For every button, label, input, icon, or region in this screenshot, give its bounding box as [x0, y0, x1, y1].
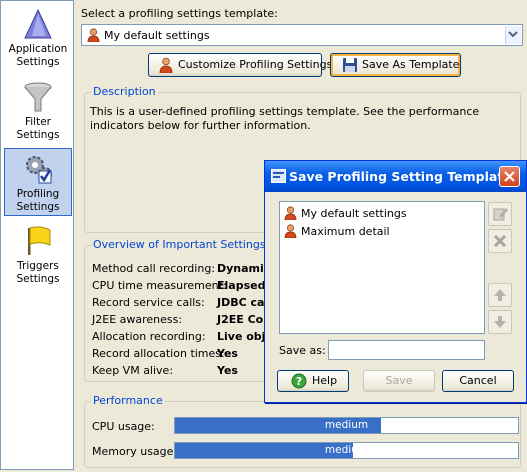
cancel-button[interactable]: Cancel	[442, 370, 514, 392]
list-item-label: Maximum detail	[301, 225, 390, 238]
cpu-usage-bar: medium	[174, 417, 519, 434]
person-icon	[87, 28, 100, 42]
settings-sidebar: Application Settings Filter Settings Pro…	[0, 0, 74, 470]
sidebar-item-filter-settings[interactable]: Filter Settings	[4, 77, 72, 145]
overview-row-label: Record allocation times:	[92, 347, 225, 360]
sidebar-item-label: Application Settings	[8, 43, 68, 68]
template-list[interactable]: My default settings Maximum detail	[279, 201, 485, 334]
sidebar-item-label: Triggers Settings	[16, 260, 60, 285]
sidebar-item-profiling-settings[interactable]: Profiling Settings	[4, 148, 72, 216]
filter-icon	[24, 82, 52, 112]
person-icon	[284, 224, 297, 238]
sidebar-item-triggers-settings[interactable]: Triggers Settings	[4, 221, 72, 289]
move-down-button[interactable]	[488, 310, 512, 334]
overview-row-value: Yes	[217, 364, 238, 377]
close-icon	[504, 171, 515, 182]
customize-profiling-settings-label: Customize Profiling Settings	[178, 58, 333, 71]
customize-profiling-settings-button[interactable]: Customize Profiling Settings	[148, 53, 332, 77]
help-button[interactable]: ? Help	[277, 370, 349, 392]
delete-x-icon	[493, 234, 507, 248]
dialog-title: Save Profiling Setting Template	[289, 169, 512, 184]
description-title: Description	[91, 85, 158, 98]
save-template-dialog: Save Profiling Setting Template My defau…	[264, 160, 527, 403]
memory-usage-value: medium	[324, 444, 369, 456]
floppy-disk-icon	[343, 58, 357, 72]
template-dropdown-value: My default settings	[104, 29, 210, 42]
list-item-label: My default settings	[301, 207, 407, 220]
help-icon: ?	[291, 373, 307, 389]
rename-button[interactable]	[488, 202, 512, 226]
memory-usage-label: Memory usage:	[92, 445, 178, 458]
save-as-template-label: Save As Template	[362, 58, 460, 71]
save-button-label: Save	[385, 374, 413, 387]
performance-title: Performance	[91, 394, 165, 407]
svg-text:?: ?	[296, 375, 302, 388]
dropdown-arrow-button[interactable]	[505, 26, 521, 44]
sidebar-item-label: Profiling Settings	[16, 188, 60, 213]
overview-row-label: Method call recording:	[92, 262, 216, 275]
description-text: This is a user-defined profiling setting…	[90, 105, 480, 132]
overview-row-label: Allocation recording:	[92, 330, 206, 343]
save-as-template-button[interactable]: Save As Template	[330, 53, 461, 77]
application-settings-icon	[24, 8, 52, 39]
move-up-button[interactable]	[488, 283, 512, 307]
help-button-label: Help	[312, 374, 338, 387]
template-prompt-label: Select a profiling settings template:	[81, 7, 278, 20]
delete-button[interactable]	[488, 229, 512, 253]
cpu-usage-label: CPU usage:	[92, 420, 155, 433]
person-icon	[159, 57, 173, 73]
arrow-down-icon	[494, 316, 506, 328]
template-dropdown[interactable]: My default settings	[81, 24, 523, 46]
chevron-down-icon	[508, 31, 518, 38]
profiling-gears-icon	[26, 156, 52, 184]
sidebar-item-label: Filter Settings	[16, 116, 60, 141]
save-as-label: Save as:	[279, 344, 326, 357]
overview-row-value: Dynamic	[217, 262, 271, 275]
save-as-input[interactable]	[328, 340, 485, 360]
overview-row-label: Keep VM alive:	[92, 364, 174, 377]
save-button[interactable]: Save	[363, 370, 435, 392]
overview-row-label: Record service calls:	[92, 296, 205, 309]
window-icon	[271, 169, 286, 183]
cpu-usage-value: medium	[324, 419, 369, 431]
overview-row-value: Yes	[217, 347, 238, 360]
sidebar-item-application-settings[interactable]: Application Settings	[4, 4, 72, 72]
cancel-button-label: Cancel	[459, 374, 497, 387]
arrow-up-icon	[494, 289, 506, 301]
trigger-flag-icon	[28, 226, 51, 255]
overview-row-label: J2EE awareness:	[92, 313, 183, 326]
person-icon	[284, 206, 297, 220]
dialog-close-button[interactable]	[499, 166, 520, 187]
overview-row-label: CPU time measurement:	[92, 279, 227, 292]
overview-row-value: JDBC cal	[217, 296, 269, 309]
memory-usage-bar: medium	[174, 442, 519, 459]
edit-icon	[493, 208, 508, 221]
dialog-title-bar[interactable]: Save Profiling Setting Template	[265, 161, 526, 192]
overview-title: Overview of Important Settings	[91, 238, 268, 251]
